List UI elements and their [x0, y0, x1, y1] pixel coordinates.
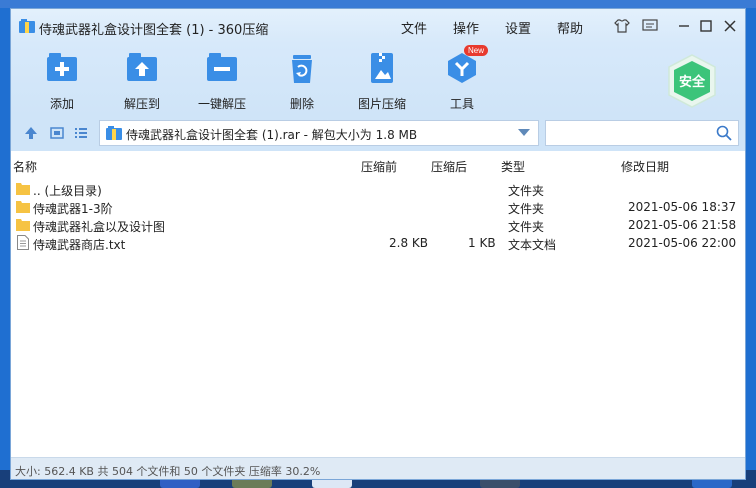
menu-help[interactable]: 帮助 — [557, 18, 583, 37]
folder-icon — [16, 201, 30, 213]
list-item[interactable]: 侍魂武器商店.txt 2.8 KB 1 KB 文本文档 2021-05-06 2… — [11, 234, 745, 252]
window-title: 侍魂武器礼盒设计图全套 (1) - 360压缩 — [39, 23, 269, 38]
image-compress-button[interactable]: 图片压缩 — [347, 51, 417, 112]
file-name: 侍魂武器1-3阶 — [33, 202, 113, 216]
file-type: 文本文档 — [508, 238, 557, 252]
list-item[interactable]: .. (上级目录) 文件夹 — [11, 180, 745, 198]
thumbnail-view-icon[interactable] — [49, 125, 65, 141]
file-type: 文件夹 — [508, 202, 545, 216]
delete-label: 删除 — [289, 97, 314, 111]
search-icon[interactable] — [716, 125, 732, 141]
file-name: 侍魂武器礼盒以及设计图 — [33, 220, 166, 234]
file-date: 2021-05-06 21:58 — [628, 218, 737, 232]
menu-settings[interactable]: 设置 — [505, 18, 531, 37]
add-button[interactable]: 添加 — [27, 51, 97, 112]
feedback-icon[interactable] — [641, 18, 659, 34]
archive-path-field[interactable]: 侍魂武器礼盒设计图全套 (1).rar - 解包大小为 1.8 MB — [99, 120, 539, 146]
text-file-icon — [17, 235, 29, 250]
column-modified-date[interactable]: 修改日期 — [621, 158, 669, 175]
status-bar: 大小: 562.4 KB 共 504 个文件和 50 个文件夹 压缩率 30.2… — [11, 457, 745, 479]
desktop-top-strip — [0, 0, 756, 8]
up-arrow-icon[interactable] — [23, 125, 39, 141]
safe-label: 安全 — [678, 75, 705, 90]
file-list-header: 名称 压缩前 压缩后 类型 修改日期 — [11, 154, 745, 176]
column-type[interactable]: 类型 — [501, 158, 525, 175]
minimize-icon[interactable] — [675, 18, 693, 34]
new-badge: New — [464, 45, 489, 56]
close-icon[interactable] — [721, 18, 739, 34]
file-name: 侍魂武器商店.txt — [33, 238, 126, 252]
search-input[interactable] — [545, 120, 739, 146]
one-click-extract-label: 一键解压 — [197, 97, 246, 111]
column-name[interactable]: 名称 — [13, 158, 37, 175]
list-item[interactable]: 侍魂武器1-3阶 文件夹 2021-05-06 18:37 — [11, 198, 745, 216]
menu-file[interactable]: 文件 — [401, 18, 427, 37]
archive-icon — [106, 126, 122, 140]
file-size-before: 2.8 KB — [389, 236, 428, 250]
image-compress-label: 图片压缩 — [357, 97, 406, 111]
one-click-extract-icon — [205, 51, 239, 85]
delete-icon — [285, 51, 319, 85]
file-type: 文件夹 — [508, 184, 545, 198]
file-type: 文件夹 — [508, 220, 545, 234]
column-size-after[interactable]: 压缩后 — [431, 158, 467, 175]
archive-window: 侍魂武器礼盒设计图全套 (1) - 360压缩 文件 操作 设置 帮助 添加 解… — [10, 8, 746, 480]
tools-icon: New — [445, 45, 489, 85]
security-shield-icon[interactable]: 安全 — [666, 53, 718, 109]
one-click-extract-button[interactable]: 一键解压 — [187, 51, 257, 112]
add-icon — [45, 51, 79, 85]
file-size-after: 1 KB — [468, 236, 496, 250]
add-label: 添加 — [49, 97, 74, 111]
archive-app-icon — [19, 19, 35, 33]
archive-path-text: 侍魂武器礼盒设计图全套 (1).rar - 解包大小为 1.8 MB — [126, 128, 418, 142]
address-bar: 侍魂武器礼盒设计图全套 (1).rar - 解包大小为 1.8 MB — [11, 115, 745, 151]
status-text: 大小: 562.4 KB 共 504 个文件和 50 个文件夹 压缩率 30.2… — [15, 465, 321, 478]
title-bar: 侍魂武器礼盒设计图全套 (1) - 360压缩 文件 操作 设置 帮助 — [11, 9, 745, 43]
chevron-down-icon[interactable] — [518, 129, 530, 136]
maximize-icon[interactable] — [697, 18, 715, 34]
file-date: 2021-05-06 22:00 — [628, 236, 737, 250]
list-view-icon[interactable] — [73, 125, 89, 141]
main-toolbar: 添加 解压到 一键解压 删除 图片压缩 New 工具 安全 — [11, 43, 745, 115]
tools-label: 工具 — [449, 97, 474, 111]
file-date: 2021-05-06 18:37 — [628, 200, 737, 214]
tools-button[interactable]: New 工具 — [427, 45, 497, 112]
extract-to-label: 解压到 — [123, 97, 160, 111]
folder-icon — [16, 183, 30, 195]
folder-icon — [16, 219, 30, 231]
skin-icon[interactable] — [613, 18, 631, 34]
image-compress-icon — [365, 51, 399, 85]
extract-to-button[interactable]: 解压到 — [107, 51, 177, 112]
extract-to-icon — [125, 51, 159, 85]
list-item[interactable]: 侍魂武器礼盒以及设计图 文件夹 2021-05-06 21:58 — [11, 216, 745, 234]
menu-operate[interactable]: 操作 — [453, 18, 479, 37]
file-name: .. (上级目录) — [33, 184, 102, 198]
delete-button[interactable]: 删除 — [267, 51, 337, 112]
column-size-before[interactable]: 压缩前 — [361, 158, 397, 175]
